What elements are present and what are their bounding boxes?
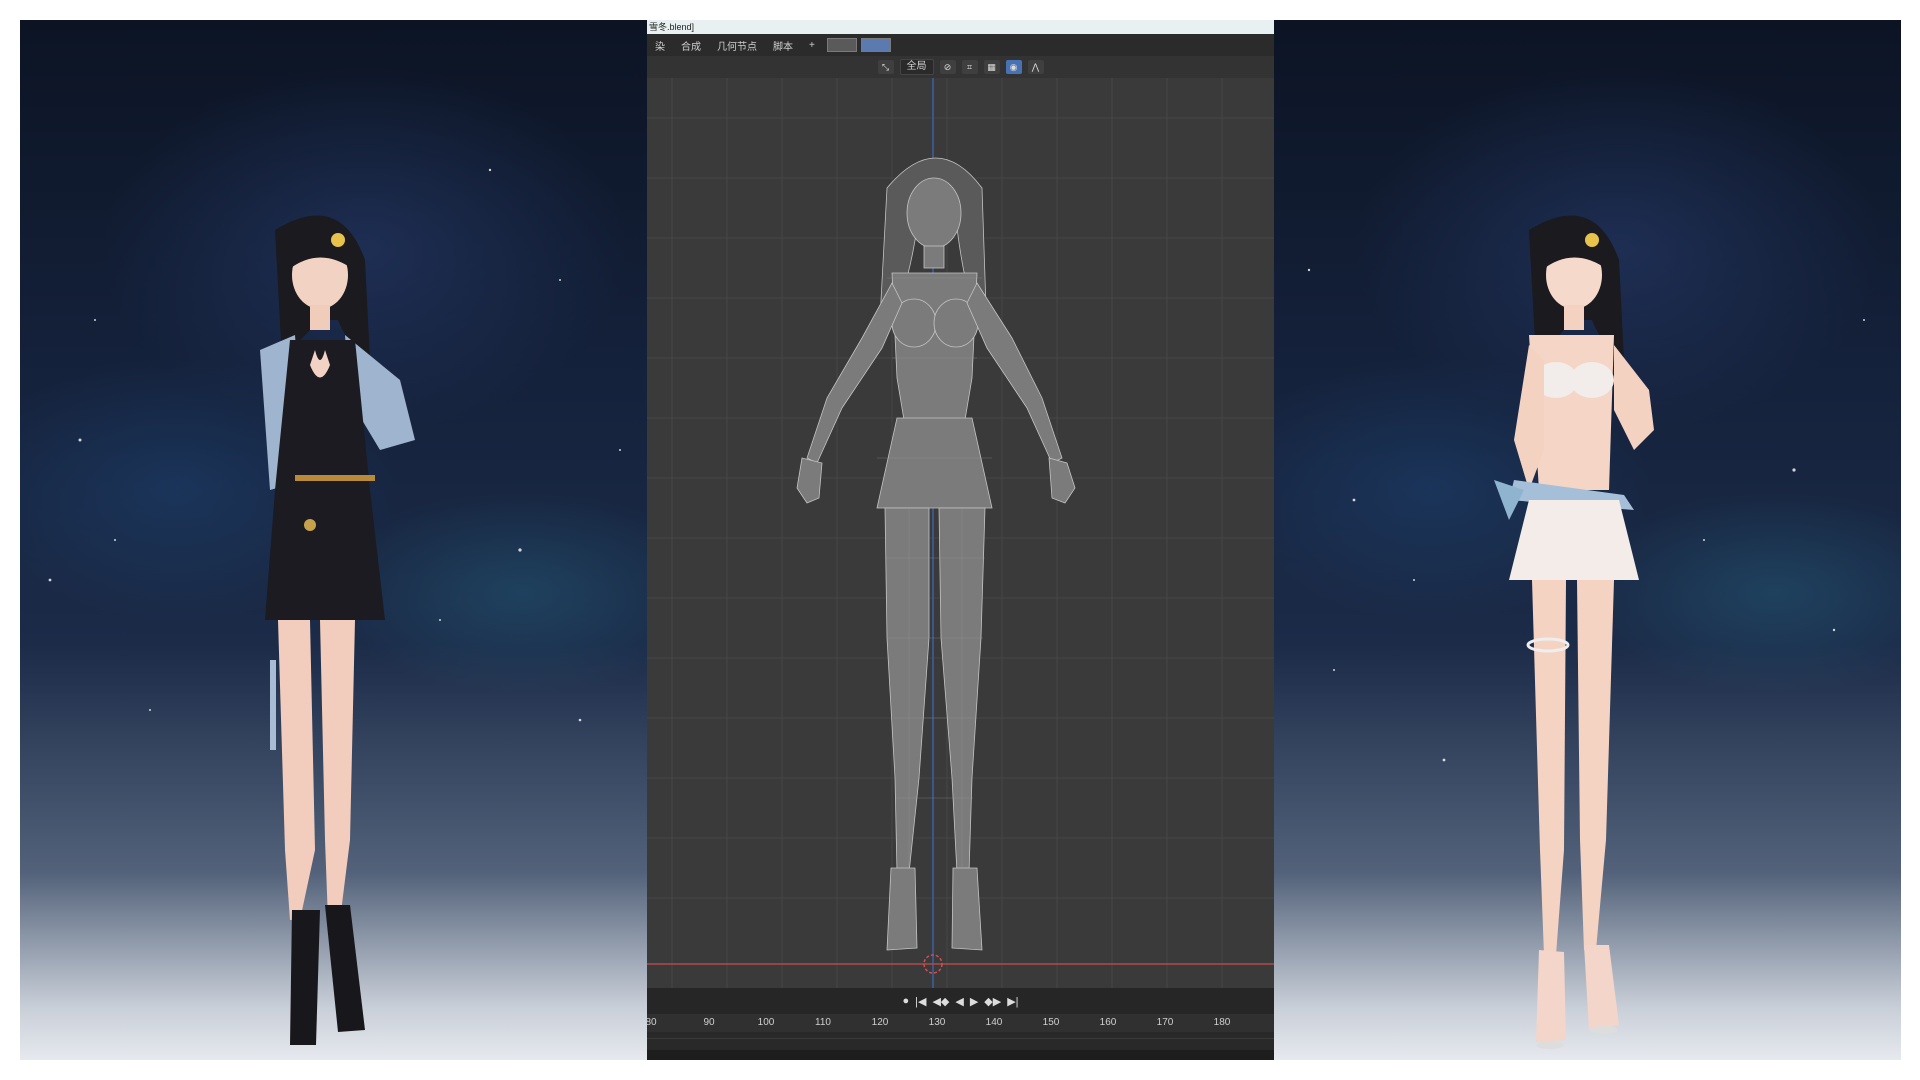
ruler-label: 150: [1042, 1017, 1060, 1028]
scene-icon[interactable]: [826, 38, 857, 52]
ruler-label: 130: [928, 1017, 946, 1028]
viewport-header: ⤡ 全局 ⊘ ⌗ ▦ ◉ ⋀: [647, 56, 1274, 78]
ruler-label: 110: [815, 1017, 831, 1028]
play-reverse-button[interactable]: ◀: [955, 995, 963, 1008]
character-left-black-dress: [260, 215, 415, 1045]
tab-compositing[interactable]: 合成: [673, 38, 709, 53]
tab-geometry-nodes[interactable]: 几何节点: [709, 38, 765, 53]
transform-orientation-icon[interactable]: ⤡: [877, 60, 894, 74]
snap-icon[interactable]: ⌗: [961, 60, 978, 74]
ruler-label: 120: [871, 1017, 889, 1028]
ruler-label: 90: [703, 1017, 715, 1028]
prev-keyframe-button[interactable]: ◀◆: [932, 995, 949, 1008]
tab-scripting[interactable]: 脚本: [765, 38, 801, 53]
jump-start-button[interactable]: |◀: [915, 995, 926, 1008]
view-layer-icon[interactable]: [860, 38, 891, 52]
window-title: 雪冬.blend]: [647, 20, 1274, 34]
3d-viewport[interactable]: [647, 78, 1274, 1000]
tab-render[interactable]: 染: [647, 38, 673, 53]
overlay-icon[interactable]: ◉: [1005, 60, 1022, 74]
ruler-label: 140: [985, 1017, 1003, 1028]
snap-target-icon[interactable]: ▦: [983, 60, 1000, 74]
proportional-edit-icon[interactable]: ⊘: [939, 60, 956, 74]
record-button[interactable]: ●: [902, 995, 909, 1007]
jump-end-button[interactable]: ▶|: [1007, 995, 1018, 1008]
ruler-label: 100: [757, 1017, 775, 1028]
character-right-swimsuit: [1494, 215, 1654, 1049]
ruler-label: 80: [647, 1017, 657, 1028]
timeline-ruler[interactable]: 80 90 100 110 120 130 140 150 160 170 18…: [647, 1014, 1274, 1032]
blender-window: 雪冬.blend] 染 合成 几何节点 脚本 + ⤡ 全局 ⊘ ⌗ ▦ ◉ ⋀: [647, 20, 1274, 1060]
add-workspace-button[interactable]: +: [801, 40, 823, 51]
next-keyframe-button[interactable]: ◆▶: [984, 995, 1001, 1008]
timeline-scrollbar[interactable]: [647, 1050, 1274, 1060]
left-render-panel: [20, 20, 647, 1060]
ruler-label: 160: [1099, 1017, 1117, 1028]
playback-controls: ● |◀ ◀◆ ◀ ▶ ◆▶ ▶|: [647, 988, 1274, 1014]
workspace-tabs: 染 合成 几何节点 脚本 +: [647, 34, 1274, 56]
play-button[interactable]: ▶: [970, 995, 978, 1008]
right-render-panel: [1274, 20, 1901, 1060]
ruler-label: 170: [1156, 1017, 1174, 1028]
transform-orientation-select[interactable]: 全局: [899, 59, 934, 75]
wave-icon[interactable]: ⋀: [1027, 60, 1044, 74]
ruler-label: 180: [1213, 1017, 1231, 1028]
